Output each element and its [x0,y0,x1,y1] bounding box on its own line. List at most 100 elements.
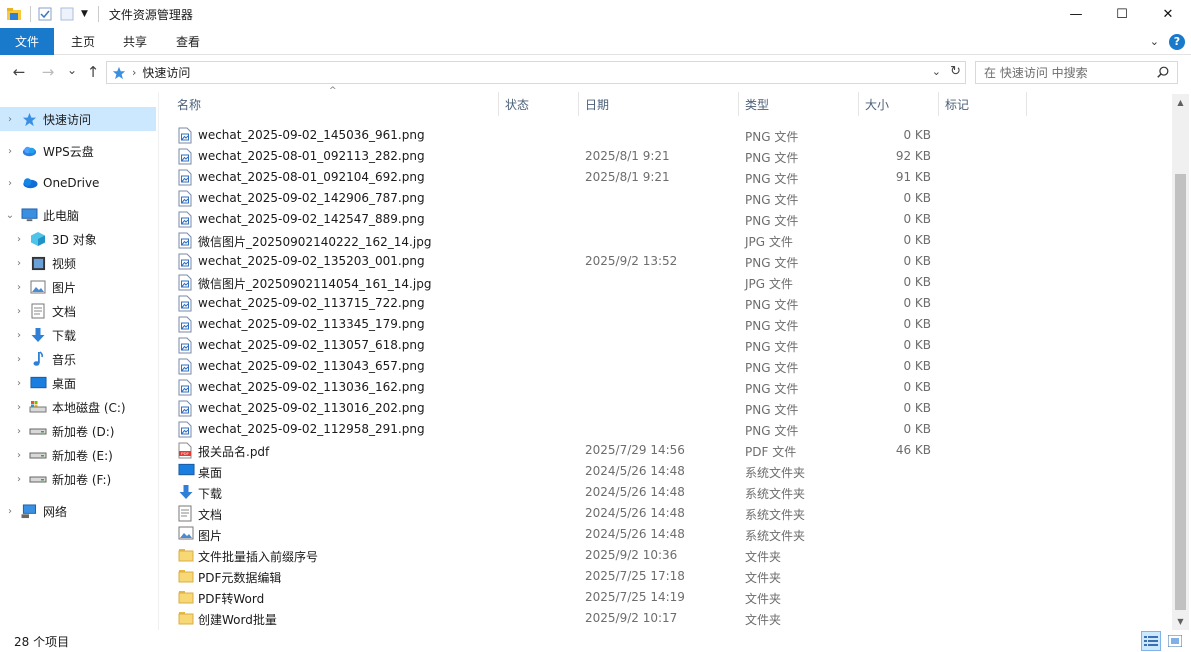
file-row[interactable]: 创建Word批量 2025/9/2 10:17 文件夹 [170,608,1170,629]
search-icon[interactable] [1156,65,1170,79]
toolbar-separator [97,6,99,22]
scroll-up-icon[interactable]: ▲ [1172,94,1189,111]
file-row[interactable]: 文件批量插入前缀序号 2025/9/2 10:36 文件夹 [170,545,1170,566]
address-bar[interactable]: › 快速访问 ⌄ ↻ [106,61,966,84]
expand-chevron-icon[interactable]: › [14,426,24,437]
sidebar-item[interactable]: › OneDrive [0,171,156,195]
file-row[interactable]: wechat_2025-09-02_135203_001.png 2025/9/2… [170,251,1170,272]
large-icons-view-icon[interactable] [1165,631,1185,651]
file-size: 91 KB [895,170,931,184]
forward-button[interactable]: → [36,60,60,84]
breadcrumb-chevron-icon[interactable]: › [132,66,136,79]
file-row[interactable]: 文档 2024/5/26 14:48 系统文件夹 [170,503,1170,524]
file-type: PNG 文件 [745,403,799,417]
file-date: 2025/8/1 9:21 [585,170,670,184]
sidebar-item[interactable]: › 快速访问 [0,107,156,131]
sidebar-item[interactable]: › WPS云盘 [0,139,156,163]
file-row[interactable]: wechat_2025-09-02_113715_722.png PNG 文件 0 … [170,293,1170,314]
image-file-icon [178,148,194,165]
expand-chevron-icon[interactable]: › [5,178,15,189]
sidebar-item[interactable]: › 新加卷 (D:) [0,419,156,443]
chevron-down-icon[interactable]: ⌄ [1150,35,1159,48]
expand-chevron-icon[interactable]: › [14,258,24,269]
view-switcher [1141,631,1185,651]
tab-home[interactable]: 主页 [54,28,108,55]
file-row[interactable]: wechat_2025-09-02_142906_787.png PNG 文件 0 … [170,188,1170,209]
up-button[interactable]: ↑ [81,60,105,84]
expand-chevron-icon[interactable]: › [5,114,15,125]
file-row[interactable]: PDF元数据编辑 2025/7/25 17:18 文件夹 [170,566,1170,587]
expand-chevron-icon[interactable]: › [14,330,24,341]
sidebar-item[interactable]: › 视频 [0,251,156,275]
new-folder-icon[interactable] [59,6,75,22]
file-row[interactable]: PDF 报关品名.pdf 2025/7/29 14:56 PDF 文件 46 KB [170,440,1170,461]
image-file-icon [178,421,194,438]
pictures-icon [29,279,47,295]
help-icon[interactable]: ? [1169,33,1185,50]
sidebar-item[interactable]: › 3D 对象 [0,227,156,251]
file-row[interactable]: wechat_2025-08-01_092104_692.png 2025/8/1… [170,167,1170,188]
expand-chevron-icon[interactable]: › [14,306,24,317]
file-date: 2025/9/2 10:17 [585,611,678,625]
image-file-icon [178,337,194,354]
file-row[interactable]: 桌面 2024/5/26 14:48 系统文件夹 [170,461,1170,482]
file-row[interactable]: wechat_2025-09-02_112958_291.png PNG 文件 0 … [170,419,1170,440]
expand-chevron-icon[interactable]: › [14,450,24,461]
file-row[interactable]: wechat_2025-09-02_113057_618.png PNG 文件 0 … [170,335,1170,356]
file-name: 文件批量插入前缀序号 [198,550,319,564]
maximize-button[interactable]: ☐ [1099,0,1145,28]
file-row[interactable]: 微信图片_20250902114054_161_14.jpg JPG 文件 0 KB [170,272,1170,293]
drive-icon [29,471,47,487]
expand-chevron-icon[interactable]: › [14,378,24,389]
file-row[interactable]: wechat_2025-09-02_113345_179.png PNG 文件 0 … [170,314,1170,335]
sidebar-item[interactable]: › 新加卷 (E:) [0,443,156,467]
sidebar-item[interactable]: › 音乐 [0,347,156,371]
close-button[interactable]: ✕ [1145,0,1191,28]
file-row[interactable]: PDF转Word 2025/7/25 14:19 文件夹 [170,587,1170,608]
sidebar-item[interactable]: ⌄ 此电脑 [0,203,156,227]
sidebar-item[interactable]: › 新加卷 (F:) [0,467,156,491]
refresh-icon[interactable]: ↻ [950,64,961,79]
file-row[interactable]: 下载 2024/5/26 14:48 系统文件夹 [170,482,1170,503]
expand-chevron-icon[interactable]: › [14,282,24,293]
file-row[interactable]: wechat_2025-09-02_145036_961.png PNG 文件 0 … [170,125,1170,146]
file-row[interactable]: wechat_2025-09-02_142547_889.png PNG 文件 0 … [170,209,1170,230]
sidebar-item-label: 下载 [52,328,77,343]
sidebar-item[interactable]: › 下载 [0,323,156,347]
back-button[interactable]: ← [7,60,31,84]
customize-toolbar-icon[interactable]: ▼ [81,9,88,19]
expand-chevron-icon[interactable]: › [14,234,24,245]
details-view-icon[interactable] [1141,631,1161,651]
tab-file[interactable]: 文件 [0,27,55,55]
expand-chevron-icon[interactable]: › [14,474,24,485]
scrollbar-thumb[interactable] [1175,174,1186,610]
expanded-chevron-icon[interactable]: ⌄ [5,210,15,221]
file-row[interactable]: wechat_2025-08-01_092113_282.png 2025/8/1… [170,146,1170,167]
file-row[interactable]: 微信图片_20250902140222_162_14.jpg JPG 文件 0 KB [170,230,1170,251]
search-input[interactable]: 在 快速访问 中搜索 [975,61,1178,84]
properties-icon[interactable] [37,6,53,22]
minimize-button[interactable]: — [1053,0,1099,28]
file-row[interactable]: wechat_2025-09-02_113016_202.png PNG 文件 0 … [170,398,1170,419]
expand-chevron-icon[interactable]: › [5,146,15,157]
expand-chevron-icon[interactable]: › [5,506,15,517]
file-row[interactable]: wechat_2025-09-02_113036_162.png PNG 文件 0 … [170,377,1170,398]
expand-chevron-icon[interactable]: › [14,354,24,365]
breadcrumb[interactable]: 快速访问 [142,64,190,81]
sidebar-item[interactable]: › 文档 [0,299,156,323]
sidebar-item[interactable]: › 网络 [0,499,156,523]
tab-share[interactable]: 共享 [108,28,160,55]
vertical-scrollbar[interactable]: ▲ ▼ [1172,94,1189,630]
sidebar-item[interactable]: › 图片 [0,275,156,299]
expand-chevron-icon[interactable]: › [14,402,24,413]
file-row[interactable]: 图片 2024/5/26 14:48 系统文件夹 [170,524,1170,545]
pane-divider[interactable] [158,92,159,630]
image-file-icon [178,190,194,207]
tab-view[interactable]: 查看 [160,28,213,55]
sidebar-item[interactable]: › 本地磁盘 (C:) [0,395,156,419]
scroll-down-icon[interactable]: ▼ [1172,613,1189,630]
address-dropdown-icon[interactable]: ⌄ [932,65,941,78]
explorer-folder-icon[interactable] [6,6,22,22]
file-row[interactable]: wechat_2025-09-02_113043_657.png PNG 文件 0 … [170,356,1170,377]
sidebar-item[interactable]: › 桌面 [0,371,156,395]
